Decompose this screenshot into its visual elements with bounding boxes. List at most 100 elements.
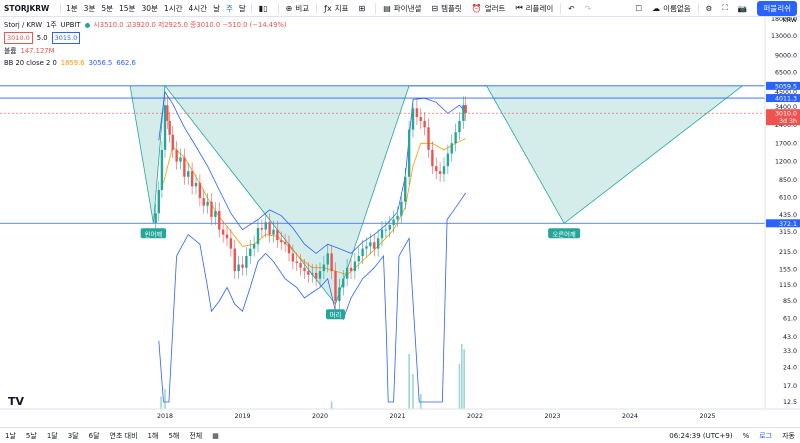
clock-time[interactable]: 06:24:39 (UTC+9): [664, 432, 737, 440]
symbol-search[interactable]: STORJKRW: [0, 0, 58, 17]
buy-price-box[interactable]: 3015.0: [51, 32, 81, 44]
volume-indicator-label[interactable]: 볼륨: [4, 46, 17, 56]
publish-button[interactable]: 퍼블리쉬: [757, 1, 797, 16]
candle-body-82: [462, 105, 465, 121]
price-tick-17: 61.0: [783, 316, 797, 323]
candle-body-59: [373, 242, 376, 249]
auto-toggle[interactable]: 자동: [777, 431, 800, 441]
price-tick-21: 17.0: [783, 383, 797, 390]
price-tick-7: 1700.0: [775, 140, 797, 147]
templates-button[interactable]: ⊟ 템플릿: [426, 0, 466, 17]
annotation-label-0: 왼어깨: [145, 229, 163, 238]
alert-label: 얼러트: [484, 3, 506, 13]
candle-body-5: [166, 105, 169, 121]
candle-body-72: [423, 120, 426, 128]
bottom-toolbar: 1날 5날 1달 3달 6달 연초 대비 1해 5해 전체 ▦ 06:24:39 (UTC+9)…: [0, 427, 800, 443]
candles-icon: ▮▯: [258, 3, 268, 13]
candle-body-16: [206, 201, 209, 206]
interval-0[interactable]: 1분: [63, 0, 81, 17]
candle-body-29: [256, 228, 260, 245]
volume-bar-8: [463, 349, 465, 409]
sell-price-box[interactable]: 3010.0: [4, 32, 33, 44]
indicator-templates-button[interactable]: ⊞: [354, 0, 374, 17]
candle-body-77: [442, 166, 446, 174]
volume-bar-5: [419, 394, 422, 409]
level-tag-3: 372.1: [779, 221, 797, 228]
range-5[interactable]: 연초 대비: [105, 431, 143, 441]
candle-body-28: [252, 244, 256, 249]
chart-style-button[interactable]: ▮▯: [254, 0, 276, 17]
time-tick-6: 2024: [622, 413, 638, 420]
indicators-button[interactable]: ƒx 지표: [319, 0, 353, 17]
camera-icon: 📷: [737, 3, 747, 13]
candle-body-56: [361, 248, 364, 256]
interval-4[interactable]: 30분: [138, 0, 160, 17]
volume-bar-1: [164, 389, 166, 409]
divider: [375, 2, 377, 14]
interval-1[interactable]: 3분: [81, 0, 99, 17]
tradingview-logo[interactable]: TV: [8, 395, 24, 408]
bottom-right-group: 06:24:39 (UTC+9) % 로그 자동: [664, 431, 800, 441]
candle-body-69: [411, 108, 415, 130]
candle-body-61: [380, 229, 384, 239]
bb-indicator-label[interactable]: BB 20 close 2 0: [4, 58, 57, 68]
indicators-label: 지표: [334, 3, 349, 13]
financials-button[interactable]: ▤ 파이낸셜: [378, 0, 426, 17]
percent-toggle[interactable]: %: [738, 432, 755, 440]
financials-icon: ▤: [383, 3, 391, 13]
redo-button[interactable]: ↷: [580, 0, 596, 17]
interval-3[interactable]: 15분: [116, 0, 138, 17]
replay-button[interactable]: ⏮ 리플레이: [510, 0, 558, 17]
compare-button[interactable]: ⊕ 비교: [281, 0, 315, 17]
candle-body-75: [435, 166, 438, 172]
divider: [60, 2, 61, 14]
candle-body-17: [210, 201, 213, 217]
range-4[interactable]: 6달: [84, 431, 105, 441]
level-tag-2: 3010.0: [775, 111, 797, 118]
candle-body-46: [322, 264, 326, 272]
interval-6[interactable]: 4시간: [186, 0, 211, 17]
interval-8[interactable]: 주: [223, 0, 236, 17]
candle-body-27: [249, 248, 252, 256]
range-1[interactable]: 5날: [21, 431, 42, 441]
interval-5[interactable]: 1시간: [161, 0, 186, 17]
undo-button[interactable]: ↶: [563, 0, 579, 17]
range-3[interactable]: 3달: [63, 431, 84, 441]
top-toolbar: STORJKRW 1분 3분 5분 15분 30분 1시간 4시간 날 주 달 ▮▯ ⊕ 비교 ƒx…: [0, 0, 800, 17]
divider: [697, 2, 699, 14]
price-tick-3: 6500.0: [775, 70, 797, 77]
layout-button[interactable]: ☐: [630, 0, 647, 17]
range-0[interactable]: 1날: [0, 431, 21, 441]
level-tag-1: 4011.3: [775, 96, 797, 103]
candle-body-55: [357, 255, 360, 262]
time-tick-7: 2025: [699, 413, 715, 420]
range-8[interactable]: 전체: [184, 431, 207, 441]
settings-button[interactable]: ⚙: [701, 0, 718, 17]
candle-body-39: [295, 261, 298, 264]
layout-name-button[interactable]: ☁ 이름없음: [647, 0, 696, 17]
price-chart[interactable]: 왼어깨머리오른어깨KRW18000.013000.09000.06500.045…: [0, 17, 800, 427]
range-6[interactable]: 1해: [143, 431, 164, 441]
candle-body-23: [233, 248, 236, 272]
candle-body-43: [311, 272, 314, 275]
candle-body-7: [171, 134, 174, 150]
candle-body-71: [419, 116, 422, 121]
price-tick-0: 18000.0: [771, 17, 797, 23]
snapshot-button[interactable]: 📷: [733, 0, 752, 17]
candle-body-62: [384, 229, 388, 231]
price-tick-8: 1200.0: [775, 159, 797, 166]
interval-9[interactable]: 달: [236, 0, 249, 17]
alert-button[interactable]: ⏰ 얼러트: [467, 0, 511, 17]
fullscreen-button[interactable]: ⛶: [717, 0, 732, 17]
interval-2[interactable]: 5분: [98, 0, 116, 17]
candle-body-57: [365, 246, 368, 249]
log-toggle[interactable]: 로그: [754, 431, 777, 441]
range-7[interactable]: 5해: [163, 431, 184, 441]
range-2[interactable]: 1달: [42, 431, 63, 441]
undo-icon: ↶: [568, 3, 575, 13]
divider: [560, 2, 562, 14]
interval-7[interactable]: 날: [210, 0, 223, 17]
volume-bar-7: [461, 344, 463, 409]
date-range-button[interactable]: ▦: [207, 432, 224, 440]
candle-body-64: [392, 219, 395, 226]
